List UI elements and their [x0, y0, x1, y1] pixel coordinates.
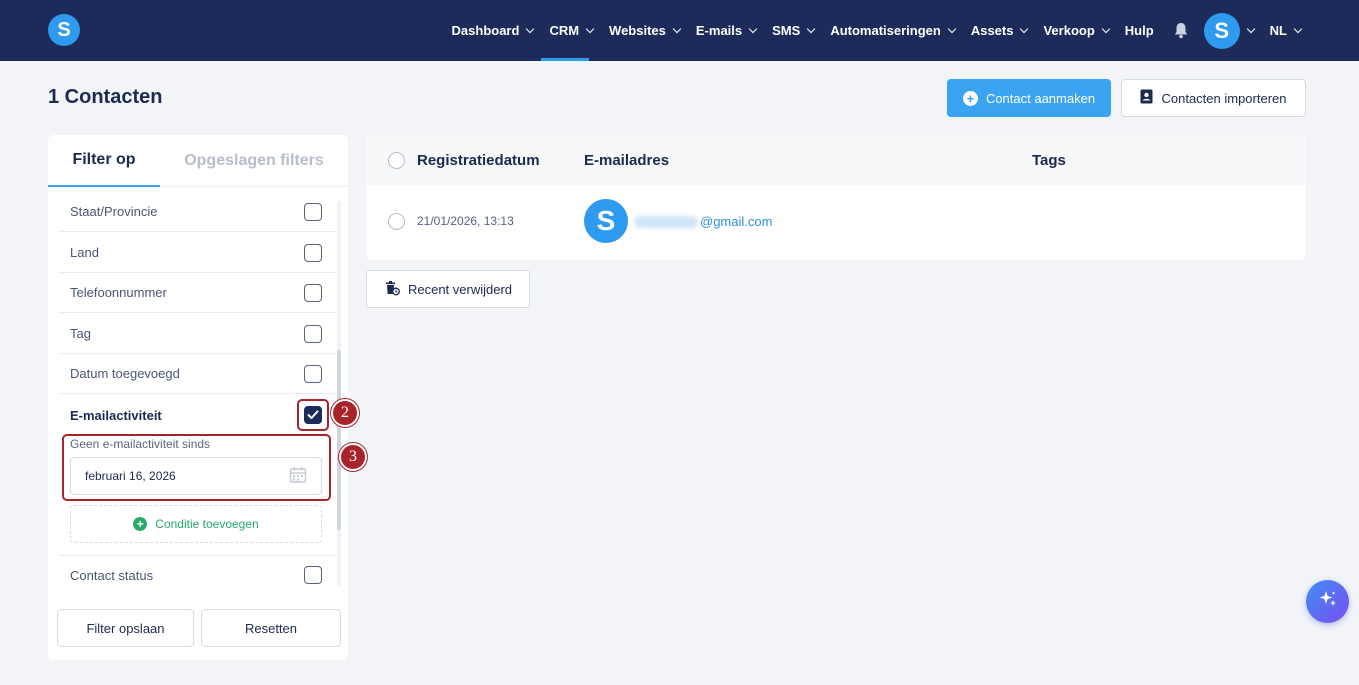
column-tags[interactable]: Tags: [1032, 135, 1066, 185]
nav-item-label: Automatiseringen: [830, 23, 941, 38]
app-logo[interactable]: S: [48, 14, 80, 46]
nav-item-sms[interactable]: SMS: [764, 0, 822, 61]
nav-item-label: Assets: [970, 23, 1014, 38]
create-contact-button[interactable]: + Contact aanmaken: [947, 79, 1111, 117]
highlight-condition: [62, 434, 331, 501]
step-marker-2: 2: [331, 399, 359, 427]
email-link[interactable]: @gmail.com: [634, 214, 772, 229]
filter-row-tag[interactable]: Tag: [58, 314, 336, 354]
filter-row-contact-status[interactable]: Contact status: [58, 555, 336, 595]
chevron-down-icon: [1246, 24, 1255, 33]
nav-item-websites[interactable]: Websites: [601, 0, 688, 61]
filter-label: E-mailactiviteit: [70, 407, 162, 423]
avatar: S: [584, 199, 628, 243]
chevron-down-icon: [748, 24, 758, 33]
trash-restore-icon: [384, 280, 400, 299]
nav-item-automatiseringen[interactable]: Automatiseringen: [822, 0, 963, 61]
chevron-down-icon: [526, 24, 535, 33]
tab-filter-op[interactable]: Filter op: [48, 135, 160, 187]
chevron-down-icon: [807, 24, 816, 33]
tab-saved-filters[interactable]: Opgeslagen filters: [160, 135, 348, 187]
email-domain: @gmail.com: [700, 214, 773, 229]
table-header: Registratiedatum E-mailadres Tags: [366, 135, 1306, 185]
language-selector[interactable]: NL: [1262, 0, 1309, 61]
filter-label: Contact status: [70, 567, 154, 583]
nav-item-label: E-mails: [695, 23, 743, 38]
import-contacts-label: Contacten importeren: [1161, 90, 1287, 106]
chevron-down-icon: [1293, 24, 1303, 33]
select-all-radio[interactable]: [388, 135, 405, 185]
filter-row-email-activity[interactable]: E-mailactiviteit: [58, 395, 336, 435]
nav-item-label: CRM: [549, 23, 580, 38]
nav-item-crm[interactable]: CRM: [541, 0, 601, 61]
recently-deleted-label: Recent verwijderd: [407, 281, 513, 297]
nav-item-dashboard[interactable]: Dashboard: [444, 0, 542, 61]
save-filter-button[interactable]: Filter opslaan: [57, 609, 194, 647]
account-menu[interactable]: S: [1200, 0, 1262, 61]
nav-item-hulp[interactable]: Hulp: [1117, 0, 1162, 61]
recently-deleted-button[interactable]: Recent verwijderd: [366, 270, 530, 308]
page-title: 1 Contacten: [48, 86, 163, 108]
chevron-down-icon: [672, 24, 682, 33]
main-menu: Dashboard CRM Websites E-mails SMS Autom…: [444, 0, 1309, 61]
top-navigation-bar: S Dashboard CRM Websites E-mails SMS Aut…: [0, 0, 1359, 61]
create-contact-label: Contact aanmaken: [985, 90, 1096, 106]
contact-book-icon: [1140, 89, 1153, 107]
filter-checkbox[interactable]: [304, 243, 322, 262]
add-condition-button[interactable]: + Conditie toevoegen: [70, 505, 322, 543]
column-registration-date[interactable]: Registratiedatum: [417, 135, 540, 185]
avatar: S: [1203, 12, 1240, 49]
filter-row-country[interactable]: Land: [58, 233, 336, 273]
language-label: NL: [1269, 23, 1287, 38]
column-email[interactable]: E-mailadres: [584, 135, 669, 185]
filter-label: Datum toegevoegd: [70, 366, 180, 381]
chevron-down-icon: [947, 24, 957, 33]
filter-checkbox[interactable]: [304, 324, 322, 343]
chevron-down-icon: [585, 24, 595, 33]
chevron-down-icon: [1101, 24, 1111, 33]
row-select-radio[interactable]: [388, 213, 405, 230]
nav-item-assets[interactable]: Assets: [963, 0, 1036, 61]
nav-item-label: Dashboard: [451, 23, 520, 38]
ai-assistant-button[interactable]: [1306, 580, 1349, 623]
step-marker-3: 3: [339, 443, 367, 471]
nav-item-label: SMS: [772, 23, 801, 38]
filter-label: Tag: [70, 326, 91, 341]
highlight-checkbox: [297, 399, 329, 431]
nav-item-verkoop[interactable]: Verkoop: [1035, 0, 1116, 61]
filter-row-phone[interactable]: Telefoonnummer: [58, 273, 336, 313]
scrollbar-thumb[interactable]: [337, 350, 341, 530]
filter-row-state[interactable]: Staat/Provincie: [58, 192, 336, 232]
filter-checkbox[interactable]: [304, 202, 322, 221]
filter-label: Staat/Provincie: [70, 204, 158, 219]
registration-date: 21/01/2026, 13:13: [417, 214, 514, 228]
nav-item-label: Hulp: [1124, 23, 1154, 38]
plus-circle-icon: +: [133, 517, 148, 531]
filter-checkbox[interactable]: [304, 566, 322, 584]
add-condition-label: Conditie toevoegen: [155, 517, 259, 531]
filter-panel: Filter op Opgeslagen filters Staat/Provi…: [48, 135, 348, 660]
filter-label: Telefoonnummer: [70, 285, 167, 300]
import-contacts-button[interactable]: Contacten importeren: [1121, 79, 1306, 117]
filter-row-date-added[interactable]: Datum toegevoegd: [58, 354, 336, 394]
contacts-table: Registratiedatum E-mailadres Tags 21/01/…: [366, 135, 1306, 260]
nav-item-emails[interactable]: E-mails: [688, 0, 764, 61]
bell-icon[interactable]: [1172, 22, 1190, 40]
plus-circle-icon: +: [962, 90, 978, 106]
redacted-email-user: [634, 215, 698, 228]
nav-item-label: Verkoop: [1043, 23, 1095, 38]
sparkle-icon: [1318, 589, 1338, 614]
nav-item-label: Websites: [609, 23, 666, 38]
filter-label: Land: [70, 245, 99, 260]
chevron-down-icon: [1020, 24, 1029, 33]
filter-checkbox[interactable]: [304, 283, 322, 302]
reset-button[interactable]: Resetten: [201, 609, 341, 647]
filter-checkbox[interactable]: [304, 364, 322, 383]
